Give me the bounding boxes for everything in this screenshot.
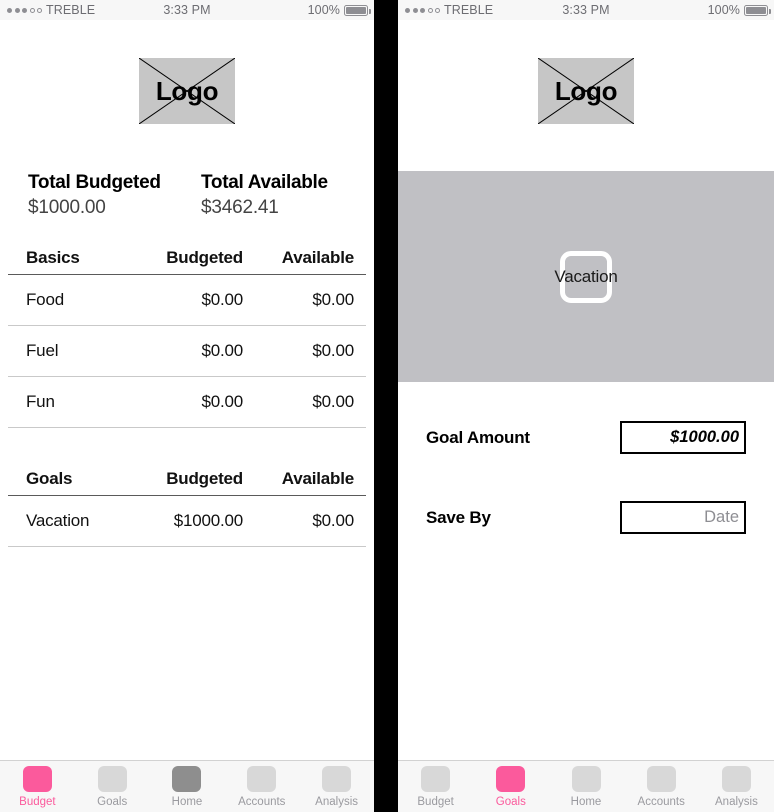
total-budgeted-block: Total Budgeted $1000.00	[28, 172, 187, 219]
table-row[interactable]: Vacation $1000.00 $0.00	[8, 496, 366, 547]
home-icon	[571, 765, 601, 792]
tab-budget[interactable]: Budget	[398, 765, 473, 808]
tab-accounts-label: Accounts	[637, 795, 685, 808]
tab-analysis-label: Analysis	[315, 795, 358, 808]
save-by-placeholder: Date	[704, 508, 739, 526]
goal-amount-label: Goal Amount	[426, 427, 530, 447]
totals-summary: Total Budgeted $1000.00 Total Available …	[0, 172, 374, 219]
tab-bar: Budget Goals Home Accounts Analysis	[0, 760, 374, 812]
table-row[interactable]: Fuel $0.00 $0.00	[8, 326, 366, 377]
tab-accounts-label: Accounts	[238, 795, 286, 808]
save-by-input[interactable]: Date	[620, 501, 746, 534]
tab-analysis[interactable]: Analysis	[299, 765, 374, 808]
total-budgeted-value: $1000.00	[28, 197, 106, 218]
tab-home-label: Home	[171, 795, 203, 808]
status-bar: TREBLE 3:33 PM 100%	[398, 0, 774, 20]
tab-home[interactable]: Home	[150, 765, 225, 808]
basics-section-header: Basics Budgeted Available	[8, 241, 366, 275]
basics-header-name: Basics	[26, 247, 80, 267]
save-by-field-row: Save By Date	[426, 501, 746, 534]
goal-amount-input[interactable]: $1000.00	[620, 421, 746, 454]
row-name: Fun	[26, 392, 55, 411]
goals-icon	[496, 765, 526, 792]
budget-icon	[22, 765, 52, 792]
basics-header-budgeted: Budgeted	[166, 247, 243, 267]
row-available: $0.00	[312, 511, 354, 530]
goal-amount-value: $1000.00	[670, 428, 739, 446]
tab-home-label: Home	[570, 795, 602, 808]
total-available-value: $3462.41	[201, 197, 279, 218]
accounts-icon	[646, 765, 676, 792]
analysis-icon	[322, 765, 352, 792]
goal-banner: Vacation	[398, 171, 774, 382]
accounts-icon	[247, 765, 277, 792]
row-name: Vacation	[26, 511, 90, 530]
row-available: $0.00	[312, 392, 354, 411]
budget-table: Basics Budgeted Available Food $0.00 $0.…	[8, 241, 366, 547]
phone-screen-goal-detail: TREBLE 3:33 PM 100% Logo Vacation Goal A…	[398, 0, 774, 812]
total-available-label: Total Available	[201, 172, 328, 193]
battery-icon	[744, 4, 771, 16]
tab-budget-label: Budget	[19, 795, 56, 808]
goal-name-label: Vacation	[554, 266, 618, 286]
logo-text: Logo	[155, 75, 219, 106]
row-name: Fuel	[26, 341, 59, 360]
tab-budget[interactable]: Budget	[0, 765, 75, 808]
tab-goals[interactable]: Goals	[473, 765, 548, 808]
row-budgeted: $0.00	[201, 290, 243, 309]
basics-header-available: Available	[281, 247, 354, 267]
goals-header-budgeted: Budgeted	[166, 468, 243, 488]
tab-bar: Budget Goals Home Accounts Analysis	[398, 760, 774, 812]
row-budgeted: $1000.00	[173, 511, 244, 530]
goal-amount-field-row: Goal Amount $1000.00	[426, 421, 746, 454]
home-icon	[172, 765, 202, 792]
budget-icon	[421, 765, 451, 792]
tab-analysis[interactable]: Analysis	[699, 765, 774, 808]
tab-accounts[interactable]: Accounts	[224, 765, 299, 808]
logo-placeholder: Logo	[538, 58, 634, 124]
row-budgeted: $0.00	[201, 392, 243, 411]
tab-home[interactable]: Home	[548, 765, 623, 808]
save-by-label: Save By	[426, 507, 491, 527]
row-name: Food	[26, 290, 64, 309]
row-budgeted: $0.00	[201, 341, 243, 360]
tab-analysis-label: Analysis	[715, 795, 758, 808]
logo-text: Logo	[554, 75, 618, 106]
status-bar-right: 100%	[307, 3, 371, 17]
goal-form: Goal Amount $1000.00 Save By Date	[398, 421, 774, 534]
battery-icon	[344, 4, 371, 16]
row-available: $0.00	[312, 290, 354, 309]
analysis-icon	[721, 765, 751, 792]
logo-placeholder: Logo	[139, 58, 235, 124]
total-available-block: Total Available $3462.41	[187, 172, 346, 219]
row-available: $0.00	[312, 341, 354, 360]
status-bar-right: 100%	[707, 3, 771, 17]
goals-header-available: Available	[281, 468, 354, 488]
tab-goals-label: Goals	[495, 795, 526, 808]
goals-section-header: Goals Budgeted Available	[8, 462, 366, 496]
battery-percent-label: 100%	[707, 3, 740, 17]
goals-header-name: Goals	[26, 468, 73, 488]
table-row[interactable]: Food $0.00 $0.00	[8, 275, 366, 326]
tab-budget-label: Budget	[417, 795, 454, 808]
status-bar: TREBLE 3:33 PM 100%	[0, 0, 374, 20]
logo-area: Logo	[398, 58, 774, 124]
battery-percent-label: 100%	[307, 3, 340, 17]
tab-goals-label: Goals	[97, 795, 128, 808]
table-row[interactable]: Fun $0.00 $0.00	[8, 377, 366, 428]
goals-icon	[97, 765, 127, 792]
total-budgeted-label: Total Budgeted	[28, 172, 161, 193]
tab-accounts[interactable]: Accounts	[624, 765, 699, 808]
logo-area: Logo	[0, 58, 374, 124]
tab-goals[interactable]: Goals	[75, 765, 150, 808]
screenshot-stage: TREBLE 3:33 PM 100% Logo Total Budgeted …	[0, 0, 774, 812]
phone-screen-budget: TREBLE 3:33 PM 100% Logo Total Budgeted …	[0, 0, 374, 812]
